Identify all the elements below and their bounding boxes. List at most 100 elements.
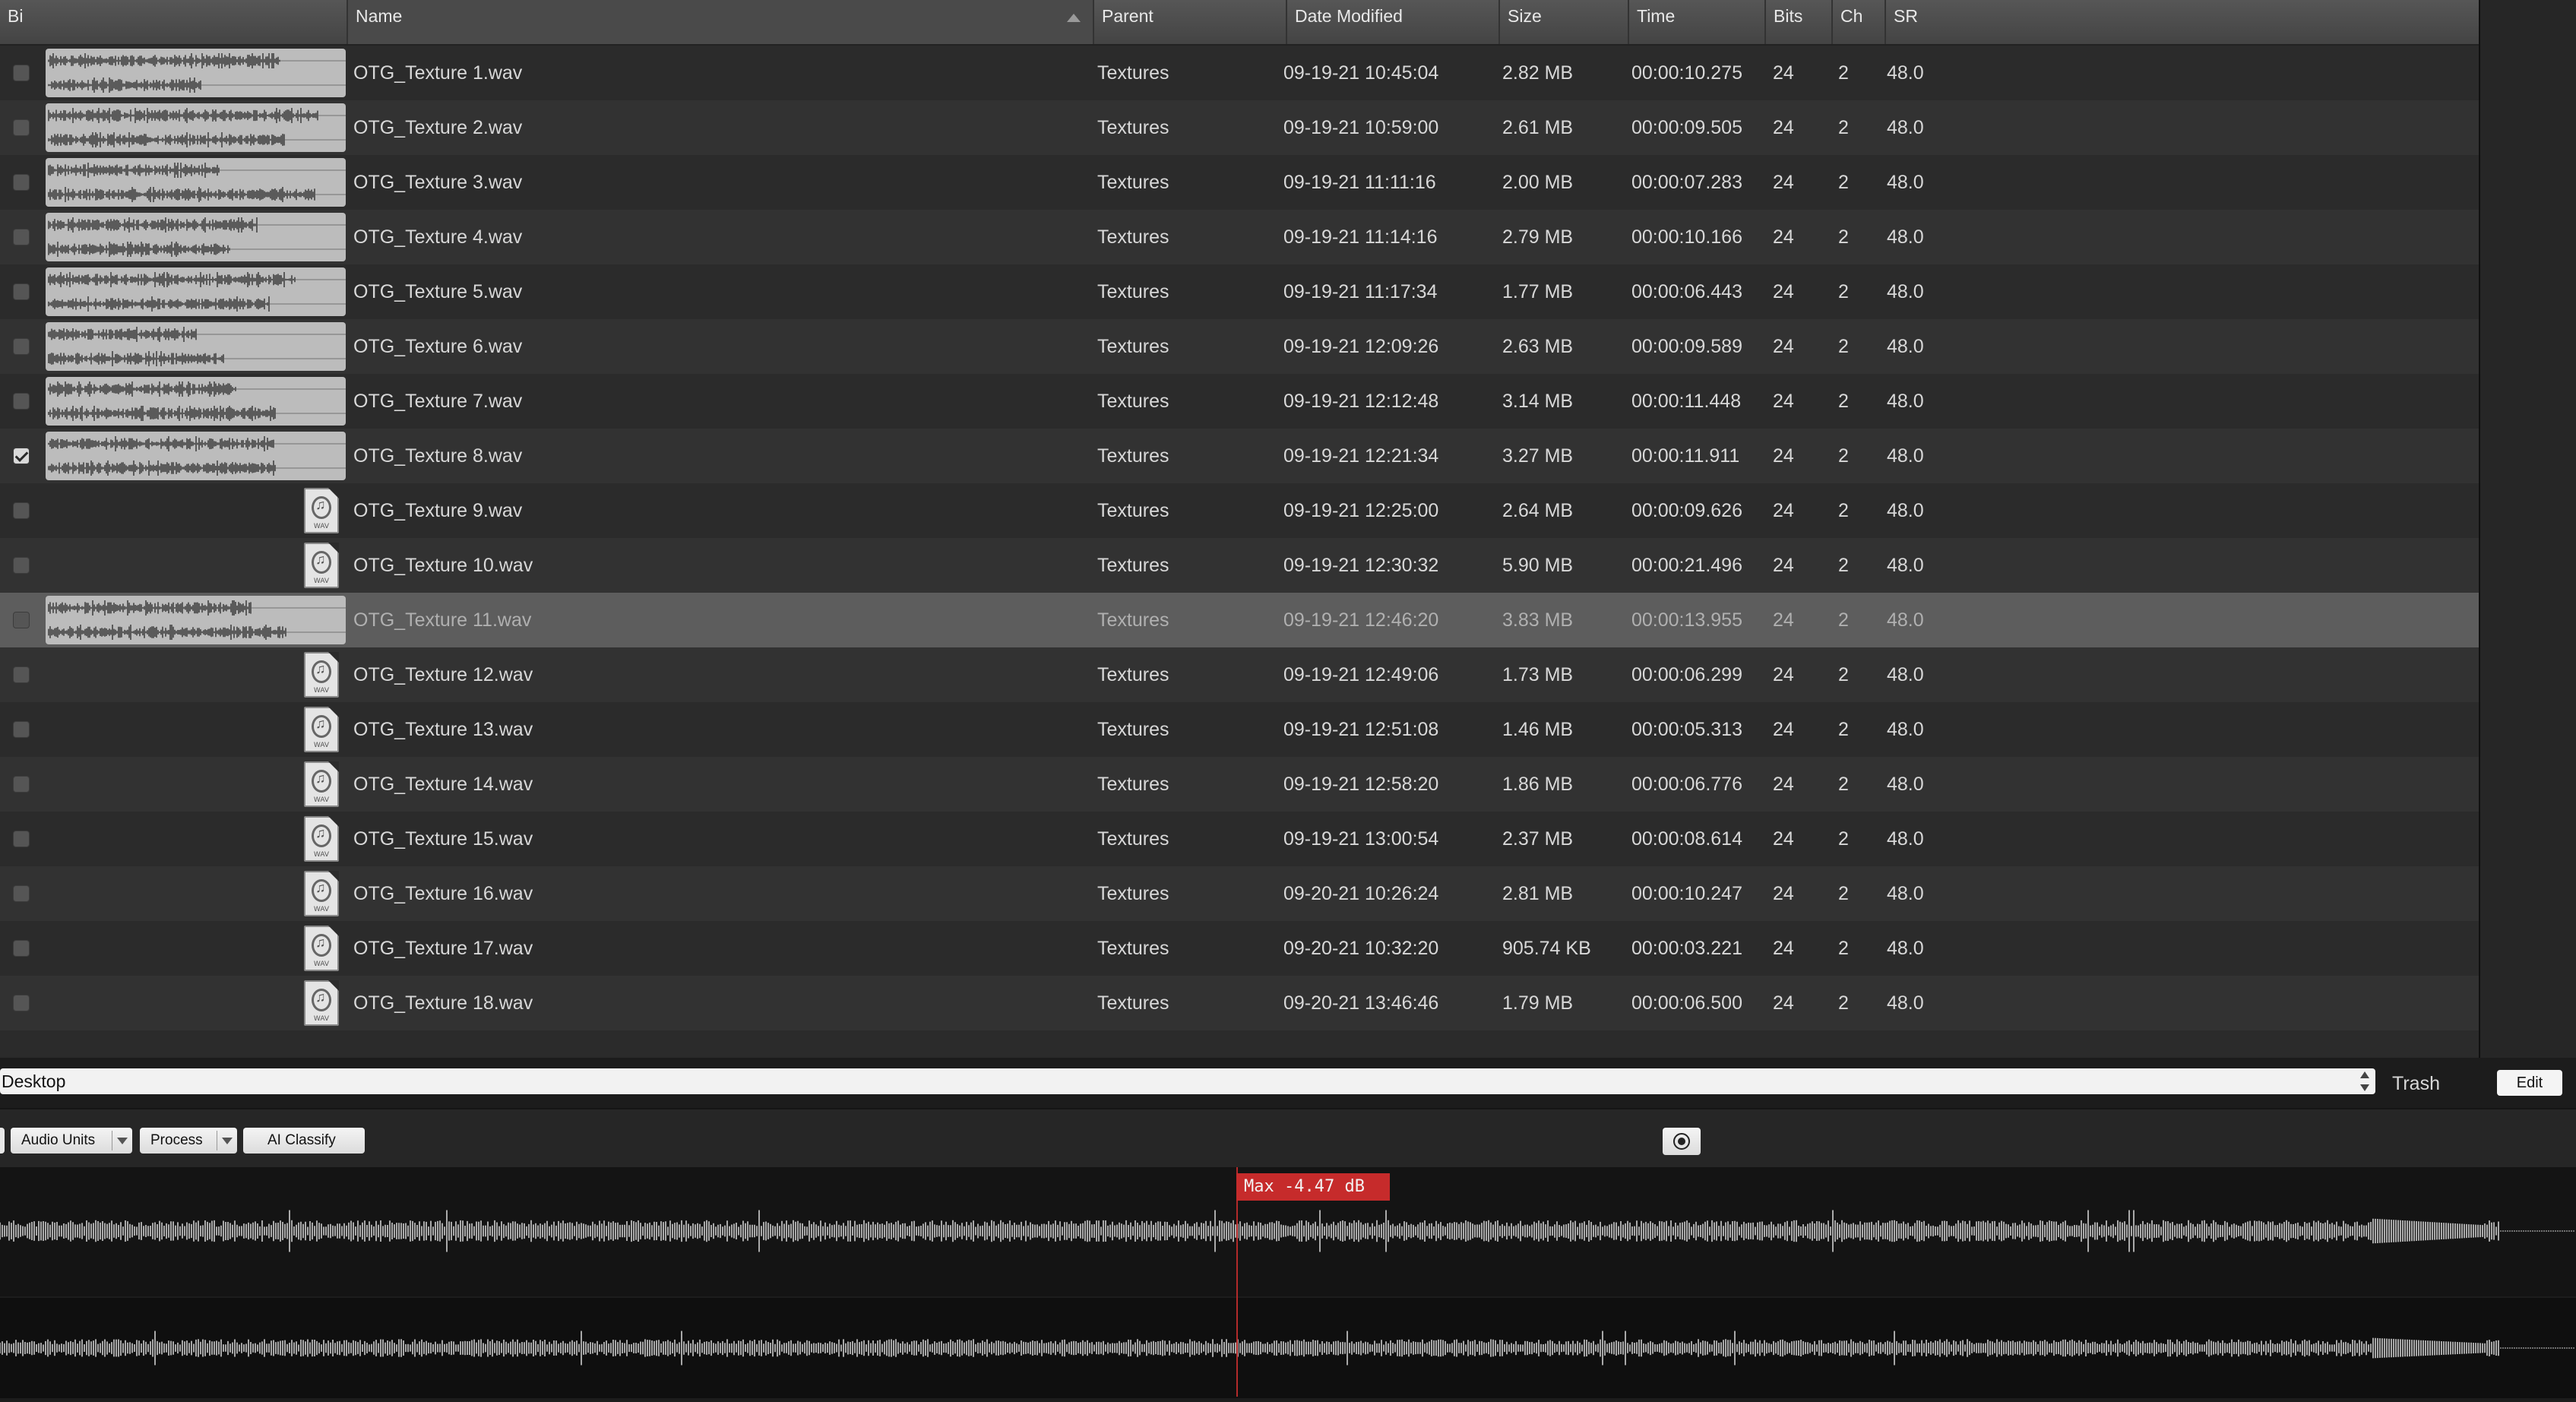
row-checkbox[interactable] — [13, 502, 30, 519]
file-date-modified: 09-19-21 12:09:26 — [1283, 336, 1439, 357]
chevron-down-icon — [117, 1138, 128, 1144]
col-header-time[interactable]: Time — [1628, 0, 1764, 44]
file-name: OTG_Texture 4.wav — [353, 226, 523, 248]
ai-classify-button[interactable]: AI Classify — [243, 1128, 365, 1154]
waveform-thumbnail[interactable] — [46, 267, 346, 316]
file-row[interactable]: WAV OTG_Texture 12.wav Textures 09-19-21 12… — [0, 647, 2479, 702]
col-header-date-modified[interactable]: Date Modified — [1286, 0, 1498, 44]
audio-units-dropdown[interactable]: Audio Units — [11, 1128, 132, 1154]
path-selector[interactable]: Desktop — [0, 1068, 2375, 1094]
waveform-thumbnail[interactable] — [46, 322, 346, 371]
row-checkbox[interactable] — [13, 338, 30, 355]
process-dropdown[interactable]: Process — [140, 1128, 237, 1154]
file-sample-rate: 48.0 — [1887, 336, 1924, 357]
waveform-thumbnail[interactable] — [46, 596, 346, 644]
file-row[interactable]: WAV OTG_Texture 16.wav Textures 09-20-21 10… — [0, 866, 2479, 921]
file-row[interactable]: OTG_Texture 7.wav Textures 09-19-21 12:12:… — [0, 374, 2479, 429]
row-checkbox[interactable] — [13, 119, 30, 136]
playhead[interactable] — [1236, 1167, 1238, 1397]
row-checkbox[interactable] — [13, 721, 30, 738]
file-row[interactable]: WAV OTG_Texture 17.wav Textures 09-20-21 10… — [0, 921, 2479, 976]
file-parent: Textures — [1097, 500, 1169, 521]
waveform-thumbnail-svg — [48, 600, 346, 640]
file-duration: 00:00:05.313 — [1631, 719, 1742, 740]
file-parent: Textures — [1097, 938, 1169, 959]
target-button[interactable] — [1663, 1128, 1701, 1155]
wav-file-icon: WAV — [304, 761, 339, 807]
row-checkbox[interactable] — [13, 283, 30, 300]
row-checkbox[interactable] — [13, 831, 30, 847]
row-checkbox[interactable] — [13, 393, 30, 410]
col-header-bits[interactable]: Bits — [1764, 0, 1831, 44]
waveform-thumbnail[interactable] — [46, 432, 346, 480]
file-row[interactable]: WAV OTG_Texture 14.wav Textures 09-19-21 12… — [0, 757, 2479, 812]
col-header-name[interactable]: Name — [347, 0, 1093, 44]
col-header-parent[interactable]: Parent — [1093, 0, 1286, 44]
file-size: 1.73 MB — [1502, 664, 1574, 685]
file-sample-rate: 48.0 — [1887, 226, 1924, 248]
row-checkbox[interactable] — [13, 557, 30, 574]
file-bits: 24 — [1773, 719, 1794, 740]
row-checkbox[interactable] — [13, 885, 30, 902]
file-row[interactable]: OTG_Texture 1.wav Textures 09-19-21 10:45:… — [0, 46, 2479, 100]
file-bits: 24 — [1773, 555, 1794, 576]
column-header: Bi Name Parent Date Modified Size Time B… — [0, 0, 2479, 46]
music-note-icon — [312, 551, 331, 574]
waveform-thumbnail[interactable] — [46, 49, 346, 97]
waveform-thumbnail[interactable] — [46, 158, 346, 207]
file-row[interactable]: WAV OTG_Texture 18.wav Textures 09-20-21 13… — [0, 976, 2479, 1030]
file-row[interactable]: OTG_Texture 6.wav Textures 09-19-21 12:09:… — [0, 319, 2479, 374]
file-duration: 00:00:06.776 — [1631, 774, 1742, 795]
col-header-sr[interactable]: SR — [1885, 0, 2479, 44]
file-name: OTG_Texture 8.wav — [353, 445, 523, 467]
file-row[interactable]: WAV OTG_Texture 13.wav Textures 09-19-21 12… — [0, 702, 2479, 757]
row-checkbox[interactable] — [13, 995, 30, 1011]
file-row[interactable]: OTG_Texture 2.wav Textures 09-19-21 10:59:… — [0, 100, 2479, 155]
ai-classify-label: AI Classify — [267, 1132, 336, 1148]
waveform-view[interactable]: Max -4.47 dB — [0, 1167, 2576, 1398]
col-header-parent-label: Parent — [1102, 6, 1154, 26]
file-row[interactable]: OTG_Texture 4.wav Textures 09-19-21 11:14:… — [0, 210, 2479, 264]
file-name: OTG_Texture 13.wav — [353, 719, 533, 740]
col-header-bi[interactable]: Bi — [0, 0, 347, 44]
file-row[interactable]: OTG_Texture 5.wav Textures 09-19-21 11:17:… — [0, 264, 2479, 319]
file-row[interactable]: OTG_Texture 3.wav Textures 09-19-21 11:11:… — [0, 155, 2479, 210]
col-header-bi-label: Bi — [8, 6, 24, 26]
file-duration: 00:00:06.443 — [1631, 281, 1742, 302]
file-bits: 24 — [1773, 336, 1794, 357]
file-row[interactable]: OTG_Texture 11.wav Textures 09-19-21 12:46… — [0, 593, 2479, 647]
row-checkbox[interactable] — [13, 174, 30, 191]
waveform-thumbnail[interactable] — [46, 377, 346, 426]
toolbar: Audio Units Process AI Classify — [0, 1108, 2576, 1167]
file-row-partial[interactable] — [0, 1030, 2479, 1056]
file-duration: 00:00:10.275 — [1631, 62, 1742, 84]
file-type-label: WAV — [313, 796, 330, 804]
row-checkbox[interactable] — [13, 65, 30, 81]
file-channels: 2 — [1838, 664, 1849, 685]
file-row[interactable]: OTG_Texture 8.wav Textures 09-19-21 12:21:… — [0, 429, 2479, 483]
file-date-modified: 09-19-21 11:11:16 — [1283, 172, 1436, 193]
file-date-modified: 09-19-21 13:00:54 — [1283, 828, 1439, 850]
trash-button[interactable]: Trash — [2392, 1068, 2440, 1099]
file-bits: 24 — [1773, 226, 1794, 248]
file-row[interactable]: WAV OTG_Texture 10.wav Textures 09-19-21 12… — [0, 538, 2479, 593]
file-row[interactable]: WAV OTG_Texture 15.wav Textures 09-19-21 13… — [0, 812, 2479, 866]
col-header-size[interactable]: Size — [1498, 0, 1628, 44]
file-bits: 24 — [1773, 500, 1794, 521]
row-checkbox[interactable] — [13, 666, 30, 683]
row-checkbox[interactable] — [13, 448, 30, 464]
row-checkbox[interactable] — [13, 776, 30, 793]
row-checkbox[interactable] — [13, 229, 30, 245]
file-parent: Textures — [1097, 828, 1169, 850]
audio-units-label: Audio Units — [21, 1132, 96, 1148]
file-row[interactable]: WAV OTG_Texture 9.wav Textures 09-19-21 12:… — [0, 483, 2479, 538]
waveform-thumbnail[interactable] — [46, 103, 346, 152]
row-checkbox[interactable] — [13, 612, 30, 628]
row-checkbox[interactable] — [13, 940, 30, 957]
file-name: OTG_Texture 9.wav — [353, 500, 523, 521]
edit-button[interactable]: Edit — [2497, 1070, 2562, 1096]
col-header-ch[interactable]: Ch — [1831, 0, 1885, 44]
panel-toggle-button[interactable] — [0, 1128, 5, 1154]
waveform-thumbnail[interactable] — [46, 213, 346, 261]
file-channels: 2 — [1838, 445, 1849, 467]
